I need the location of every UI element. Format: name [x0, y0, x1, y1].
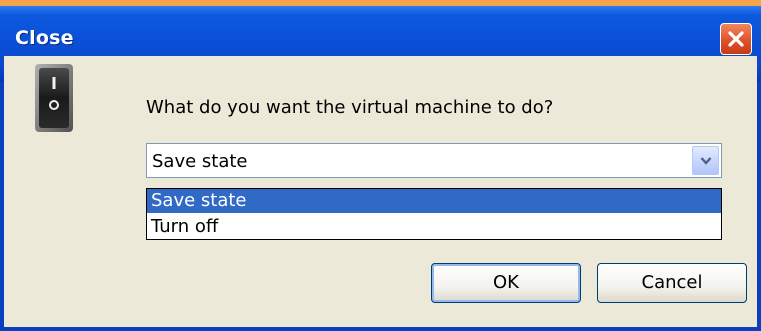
window-title: Close: [15, 27, 74, 49]
action-select[interactable]: Save state: [146, 143, 722, 178]
ok-button[interactable]: OK: [431, 263, 581, 303]
dropdown-list: Save state Turn off: [146, 188, 722, 240]
close-icon: [728, 31, 744, 47]
select-value: Save state: [152, 151, 248, 172]
chevron-down-icon: [700, 157, 712, 165]
cancel-button[interactable]: Cancel: [597, 263, 747, 303]
option-turn-off[interactable]: Turn off: [147, 215, 721, 239]
power-switch-icon: [35, 64, 73, 132]
prompt-text: What do you want the virtual machine to …: [146, 97, 554, 118]
option-save-state[interactable]: Save state: [147, 189, 721, 213]
close-button[interactable]: [720, 23, 752, 55]
dropdown-button[interactable]: [692, 146, 719, 175]
